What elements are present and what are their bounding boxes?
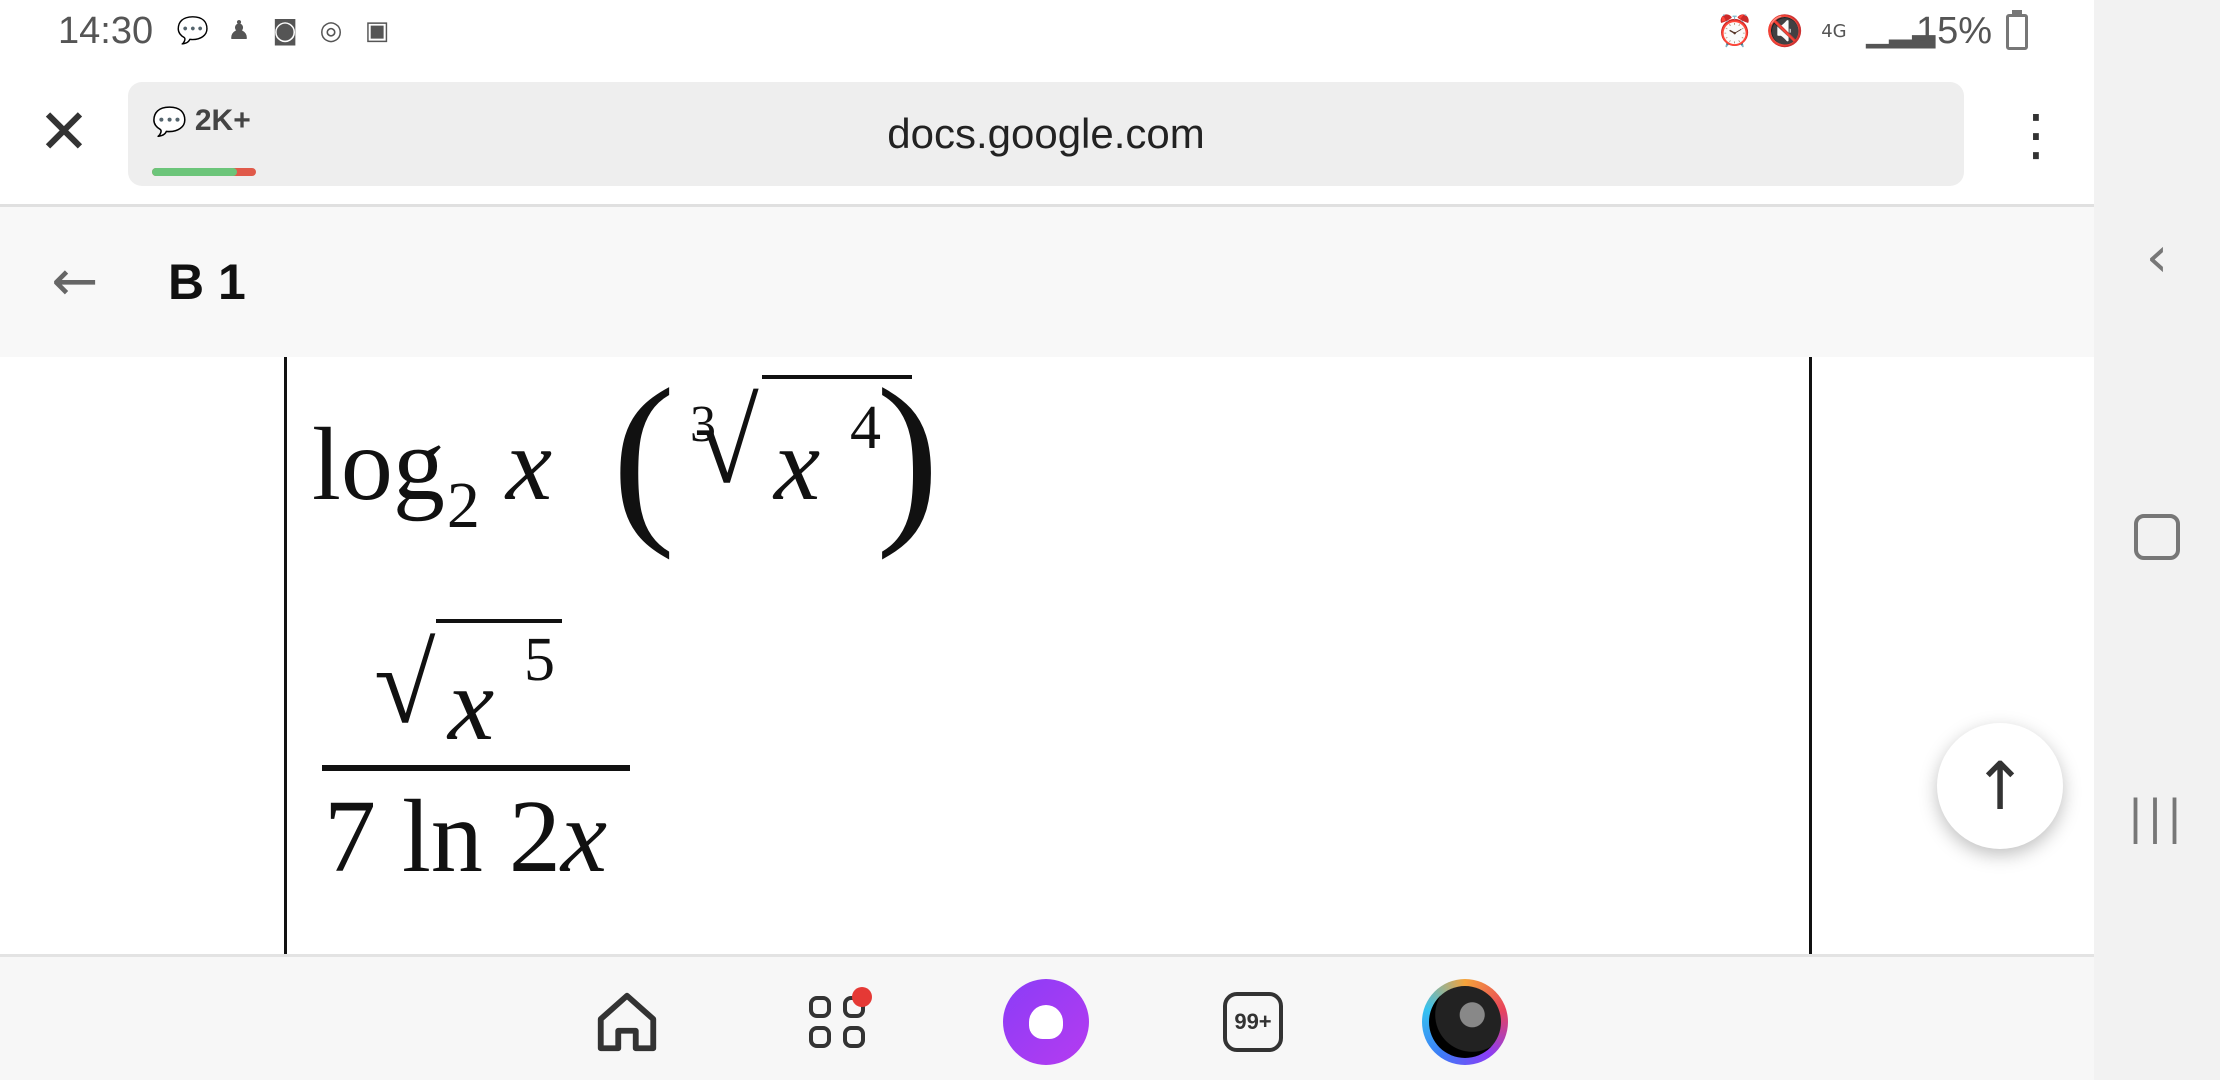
swirl-icon: ◎ bbox=[319, 16, 343, 46]
back-arrow-button[interactable]: ← bbox=[40, 247, 110, 317]
document-title: B 1 bbox=[168, 254, 246, 310]
url-text: docs.google.com bbox=[887, 110, 1205, 157]
system-navigation-bar: ‹ ||| bbox=[2094, 0, 2220, 1080]
fraction-numerator: √ x 5 bbox=[374, 619, 614, 762]
denominator-variable: x bbox=[560, 779, 608, 894]
screen: 14:30 💬 ♟ ◙ ◎ ▣ ⏰ 🔇 4G ▁▂▃ 15% ✕ 💬 2K+ d… bbox=[0, 0, 2094, 1080]
profile-avatar-button[interactable] bbox=[1422, 979, 1508, 1065]
denominator-prefix: 7 ln 2 bbox=[324, 779, 561, 894]
status-notification-icons: 💬 ♟ ◙ ◎ ▣ bbox=[176, 14, 394, 48]
log-function: log bbox=[312, 407, 445, 522]
signal-icon: ▁▂▃ bbox=[1865, 14, 1936, 49]
document-header: ← B 1 bbox=[0, 204, 2094, 360]
paren-open: ( bbox=[612, 357, 676, 561]
home-icon bbox=[597, 992, 657, 1052]
bottom-navigation-bar: 99+ bbox=[0, 954, 2094, 1080]
table-border-left bbox=[284, 357, 287, 955]
table-border-right bbox=[1809, 357, 1812, 955]
battery-percentage: 15% bbox=[1915, 10, 1992, 52]
home-square-icon bbox=[2134, 514, 2180, 560]
fraction-denominator: 7 ln 2x bbox=[324, 777, 607, 896]
status-bar: 14:30 💬 ♟ ◙ ◎ ▣ ⏰ 🔇 4G ▁▂▃ 15% bbox=[0, 0, 2094, 66]
math-log-expression: log2 x ( 3 √ x 4 ) bbox=[312, 357, 939, 561]
math-fraction: √ x 5 7 ln 2x bbox=[322, 619, 630, 907]
tabs-button[interactable]: 99+ bbox=[1210, 979, 1296, 1065]
status-time: 14:30 bbox=[58, 10, 154, 52]
comments-progress-bar bbox=[152, 168, 256, 176]
tabs-count: 99+ bbox=[1223, 992, 1283, 1052]
notification-dot bbox=[852, 987, 872, 1007]
paren-close: ) bbox=[876, 357, 940, 561]
log-base: 2 bbox=[446, 469, 480, 542]
image-icon: ▣ bbox=[364, 16, 390, 46]
system-home-button[interactable] bbox=[2122, 502, 2192, 572]
avatar bbox=[1429, 986, 1501, 1058]
browser-toolbar: ✕ 💬 2K+ docs.google.com ⋮ bbox=[0, 66, 2094, 204]
battery-icon bbox=[2006, 9, 2028, 50]
comments-progress-fill bbox=[152, 168, 238, 176]
radicand-variable: x bbox=[774, 407, 821, 522]
system-recents-button[interactable]: ||| bbox=[2122, 782, 2192, 852]
numerator-radical-bar bbox=[436, 619, 562, 623]
address-bar[interactable]: 💬 2K+ docs.google.com bbox=[128, 82, 1964, 186]
4g-icon: 4G bbox=[1821, 21, 1847, 42]
fraction-bar bbox=[322, 765, 630, 771]
chat-bubble-icon: 💬 bbox=[176, 16, 210, 46]
services-button[interactable] bbox=[796, 979, 882, 1065]
alarm-icon: ⏰ bbox=[1715, 14, 1754, 49]
mute-icon: 🔇 bbox=[1765, 14, 1804, 49]
numerator-exponent: 5 bbox=[524, 626, 555, 694]
more-menu-button[interactable]: ⋮ bbox=[2008, 106, 2064, 176]
numerator-radical: √ bbox=[374, 623, 436, 747]
figure-icon: ♟ bbox=[227, 16, 251, 46]
assistant-icon bbox=[1029, 1005, 1063, 1039]
clock-app-icon: ◙ bbox=[272, 16, 298, 46]
log-variable: x bbox=[505, 407, 553, 522]
scroll-to-top-button[interactable]: ↑ bbox=[1937, 723, 2063, 849]
radical-sign: √ bbox=[694, 377, 759, 508]
system-back-button[interactable]: ‹ bbox=[2122, 222, 2192, 292]
voice-assistant-button[interactable] bbox=[1003, 979, 1089, 1065]
document-body[interactable]: log2 x ( 3 √ x 4 ) √ x 5 7 ln 2x bbox=[0, 357, 2094, 955]
numerator-variable: x bbox=[448, 647, 495, 762]
status-system-icons: ⏰ 🔇 4G ▁▂▃ 15% bbox=[1715, 9, 2028, 53]
close-button[interactable]: ✕ bbox=[30, 98, 98, 166]
home-button[interactable] bbox=[584, 979, 670, 1065]
